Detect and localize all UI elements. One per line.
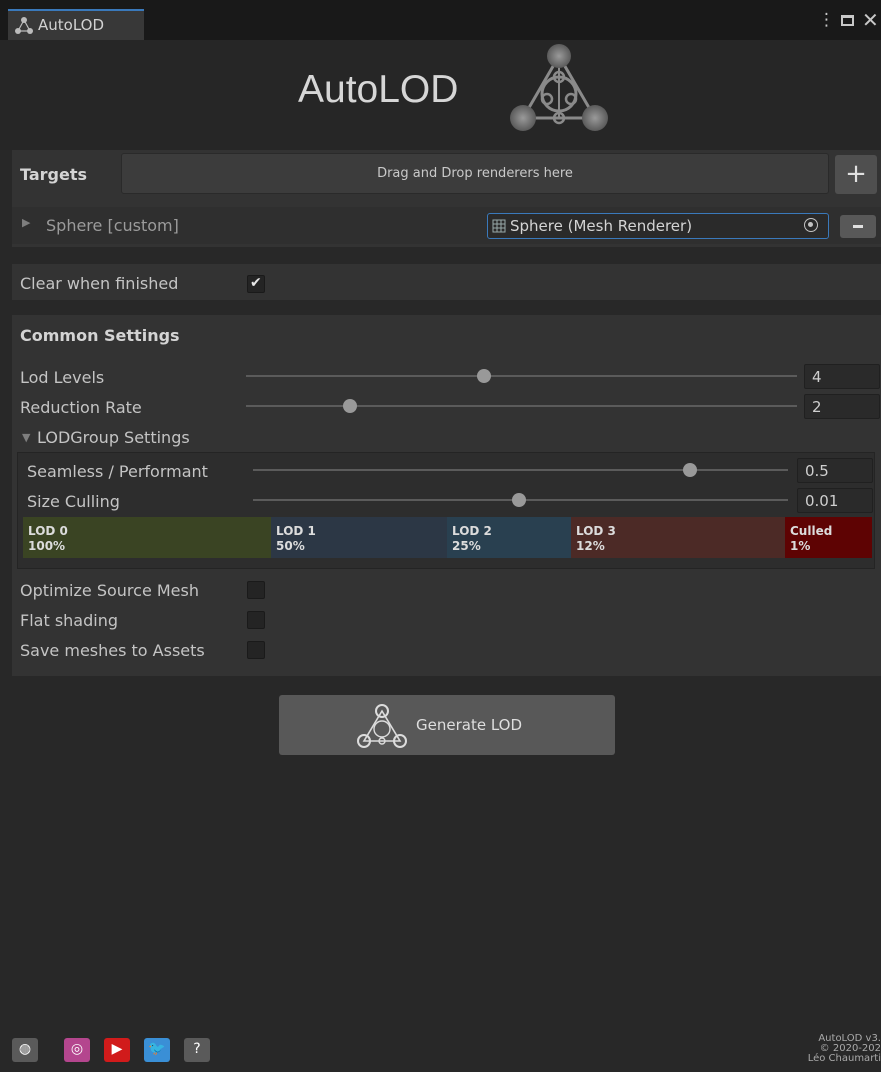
instagram-icon[interactable]: ◎ bbox=[64, 1038, 90, 1062]
seamless-thumb[interactable] bbox=[683, 463, 697, 477]
clear-when-finished-label: Clear when finished bbox=[20, 274, 179, 293]
maximize-icon[interactable] bbox=[841, 15, 854, 26]
autolod-window: AutoLOD ⋮ ✕ AutoLOD Targets Drag and Dro… bbox=[0, 0, 881, 1072]
page-title: AutoLOD bbox=[298, 68, 459, 111]
tab-label: AutoLOD bbox=[38, 16, 105, 34]
culled-segment[interactable]: Culled 1% bbox=[785, 517, 872, 558]
reduction-rate-slider[interactable] bbox=[246, 405, 797, 407]
target-name[interactable]: Sphere [custom] bbox=[46, 216, 179, 235]
autolod-tab-icon bbox=[15, 17, 33, 34]
save-meshes-label: Save meshes to Assets bbox=[20, 641, 205, 660]
globe-icon[interactable]: ◍ bbox=[12, 1038, 38, 1062]
add-target-button[interactable]: + bbox=[835, 155, 877, 194]
seamless-input[interactable]: 0.5 bbox=[797, 458, 873, 483]
lod-levels-slider[interactable] bbox=[246, 375, 797, 377]
size-culling-label: Size Culling bbox=[27, 492, 120, 511]
seamless-slider[interactable] bbox=[253, 469, 788, 471]
seamless-label: Seamless / Performant bbox=[27, 462, 208, 481]
credits: AutoLOD v3. © 2020-202 Léo Chaumarti bbox=[761, 1034, 881, 1064]
size-culling-thumb[interactable] bbox=[512, 493, 526, 507]
autolod-logo-icon bbox=[510, 44, 608, 131]
close-icon[interactable]: ✕ bbox=[862, 8, 881, 34]
reduction-rate-thumb[interactable] bbox=[343, 399, 357, 413]
flat-shading-label: Flat shading bbox=[20, 611, 118, 630]
lod-levels-input[interactable]: 4 bbox=[804, 364, 880, 389]
generate-lod-label: Generate LOD bbox=[416, 716, 523, 734]
expand-arrow-icon[interactable]: ▶ bbox=[22, 216, 30, 229]
help-icon[interactable]: ? bbox=[184, 1038, 210, 1062]
window-menu-icon[interactable]: ⋮ bbox=[818, 10, 835, 32]
object-picker-icon[interactable] bbox=[804, 218, 818, 232]
drop-zone[interactable]: Drag and Drop renderers here bbox=[121, 153, 829, 194]
drop-zone-text: Drag and Drop renderers here bbox=[377, 166, 573, 181]
lod-2-segment[interactable]: LOD 2 25% bbox=[447, 517, 571, 558]
tab-autolod[interactable]: AutoLOD bbox=[8, 9, 144, 40]
expanded-arrow-icon[interactable]: ▼ bbox=[22, 431, 30, 444]
tab-bar: AutoLOD ⋮ ✕ bbox=[0, 0, 881, 40]
lod-3-segment[interactable]: LOD 3 12% bbox=[571, 517, 785, 558]
targets-label: Targets bbox=[20, 165, 88, 184]
autolod-logo-icon bbox=[357, 704, 407, 748]
lod-0-segment[interactable]: LOD 0 100% bbox=[23, 517, 271, 558]
youtube-icon[interactable]: ▶ bbox=[104, 1038, 130, 1062]
lod-1-segment[interactable]: LOD 1 50% bbox=[271, 517, 447, 558]
optimize-source-mesh-checkbox[interactable] bbox=[247, 581, 265, 599]
common-settings-title: Common Settings bbox=[20, 326, 180, 345]
renderer-object-field[interactable]: Sphere (Mesh Renderer) bbox=[487, 213, 829, 239]
lodgroup-settings-foldout[interactable]: LODGroup Settings bbox=[37, 428, 190, 447]
credit-author: Léo Chaumarti bbox=[807, 1053, 881, 1064]
save-meshes-checkbox[interactable] bbox=[247, 641, 265, 659]
flat-shading-checkbox[interactable] bbox=[247, 611, 265, 629]
lod-levels-thumb[interactable] bbox=[477, 369, 491, 383]
checkmark-icon: ✔ bbox=[250, 275, 262, 291]
mesh-renderer-icon bbox=[492, 219, 506, 233]
twitter-icon[interactable]: 🐦 bbox=[144, 1038, 170, 1062]
optimize-source-mesh-label: Optimize Source Mesh bbox=[20, 581, 199, 600]
renderer-field-value: Sphere (Mesh Renderer) bbox=[510, 217, 693, 235]
remove-target-button[interactable] bbox=[840, 215, 876, 238]
generate-lod-button[interactable]: Generate LOD bbox=[279, 695, 615, 755]
lod-levels-label: Lod Levels bbox=[20, 368, 105, 387]
size-culling-input[interactable]: 0.01 bbox=[797, 488, 873, 513]
clear-when-finished-checkbox[interactable]: ✔ bbox=[247, 275, 265, 293]
reduction-rate-label: Reduction Rate bbox=[20, 398, 142, 417]
reduction-rate-input[interactable]: 2 bbox=[804, 394, 880, 419]
